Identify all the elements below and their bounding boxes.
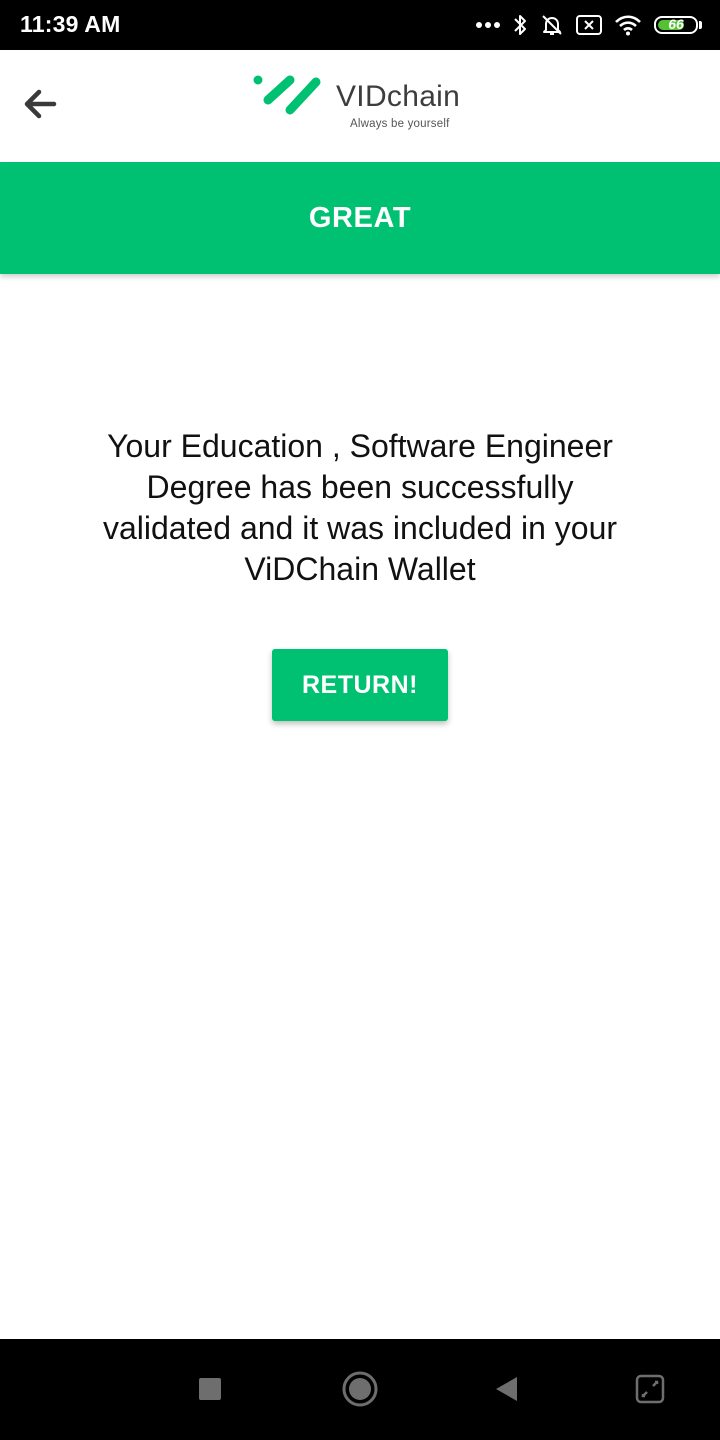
- vidchain-logo: VIDchain Always be yourself: [250, 72, 480, 142]
- sim-x-icon: [576, 15, 602, 35]
- battery-level: 66: [668, 16, 684, 32]
- bluetooth-icon: [512, 13, 528, 37]
- square-recents-icon: [198, 1377, 222, 1406]
- success-message: Your Education , Software Engineer Degre…: [102, 428, 618, 587]
- triangle-back-icon: [493, 1375, 519, 1408]
- wifi-icon: [614, 14, 642, 36]
- more-dots-icon: [476, 21, 500, 29]
- title-banner: GREAT: [0, 162, 720, 274]
- return-button[interactable]: RETURN!: [272, 649, 448, 721]
- navigation-bar: [0, 1339, 720, 1440]
- back-nav-button[interactable]: [486, 1371, 526, 1411]
- screen-expand-button[interactable]: [630, 1371, 670, 1411]
- logo-name: VIDchain: [336, 80, 461, 113]
- logo-tagline: Always be yourself: [350, 118, 450, 130]
- circle-home-icon: [340, 1369, 380, 1414]
- arrow-left-icon: [20, 84, 60, 129]
- battery-tip: [699, 21, 702, 29]
- recents-button[interactable]: [190, 1371, 230, 1411]
- battery-icon: 66: [654, 16, 698, 34]
- banner-title: GREAT: [308, 201, 412, 234]
- back-button[interactable]: [18, 84, 62, 128]
- bell-muted-icon: [540, 13, 564, 37]
- logo-mark-icon: [250, 74, 326, 125]
- status-time: 11:39 AM: [20, 11, 121, 37]
- status-bar: 11:39 AM 66: [0, 0, 720, 50]
- home-button[interactable]: [340, 1371, 380, 1411]
- app-header: VIDchain Always be yourself: [0, 50, 720, 162]
- status-icons: 66: [476, 10, 702, 40]
- screen-expand-icon: [635, 1374, 665, 1409]
